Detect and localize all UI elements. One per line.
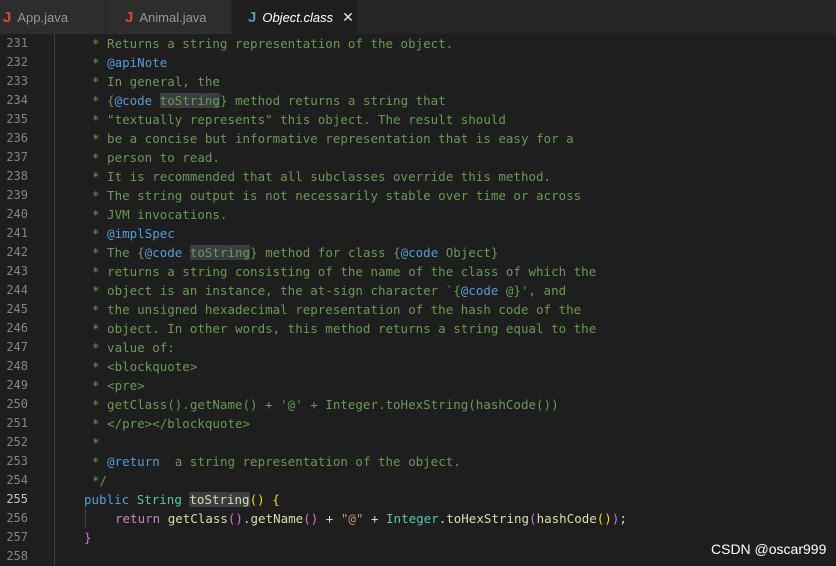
code-line: * object is an instance, the at-sign cha… <box>92 283 567 298</box>
code-line: * JVM invocations. <box>92 207 228 222</box>
code-line: * object. In other words, this method re… <box>92 321 597 336</box>
code-line: */ <box>92 473 108 488</box>
code-line: * The {@code toString} method for class … <box>92 245 499 260</box>
java-file-icon: J <box>3 8 12 26</box>
editor-tab-bar: J App.java J Animal.java J Object.class … <box>0 0 836 35</box>
code-line: * returns a string consisting of the nam… <box>92 264 597 279</box>
code-line: * <blockquote> <box>92 359 198 374</box>
code-line: * @return a string representation of the… <box>92 454 461 469</box>
code-line: * <pre> <box>92 378 145 393</box>
code-line: * the unsigned hexadecimal representatio… <box>92 302 582 317</box>
close-icon[interactable]: ✕ <box>342 9 354 26</box>
tab-label: Animal.java <box>139 9 207 25</box>
code-line: * It is recommended that all subclasses … <box>92 169 552 184</box>
code-editor[interactable]: * Returns a string representation of the… <box>0 34 836 566</box>
closing-brace-line: } <box>84 530 92 545</box>
code-line: * {@code toString} method returns a stri… <box>92 93 446 108</box>
tab-animal-java[interactable]: J Animal.java <box>106 0 232 34</box>
code-line: * value of: <box>92 340 175 355</box>
code-line: * </pre></blockquote> <box>92 416 251 431</box>
code-line: * <box>92 435 100 450</box>
code-line: * @implSpec <box>92 226 175 241</box>
code-line: * @apiNote <box>92 55 168 70</box>
tab-label: Object.class <box>262 9 334 25</box>
code-line: * Returns a string representation of the… <box>92 36 454 51</box>
java-file-icon: J <box>125 8 134 26</box>
code-line: * getClass().getName() + '@' + Integer.t… <box>92 397 559 412</box>
tab-object-class[interactable]: J Object.class ✕ <box>232 0 358 34</box>
return-statement-line: return getClass().getName() + "@" + Inte… <box>115 511 627 526</box>
code-line: * be a concise but informative represent… <box>92 131 574 146</box>
tab-label: App.java <box>17 9 68 25</box>
code-line: * In general, the <box>92 74 220 89</box>
class-file-icon: J <box>248 8 257 26</box>
code-line: * person to read. <box>92 150 220 165</box>
code-line: * "textually represents" this object. Th… <box>92 112 506 127</box>
code-line: * The string output is not necessarily s… <box>92 188 582 203</box>
tab-app-java[interactable]: J App.java <box>0 0 106 34</box>
method-signature-line: public String toString() { <box>84 492 280 507</box>
watermark: CSDN @oscar999 <box>711 541 827 557</box>
